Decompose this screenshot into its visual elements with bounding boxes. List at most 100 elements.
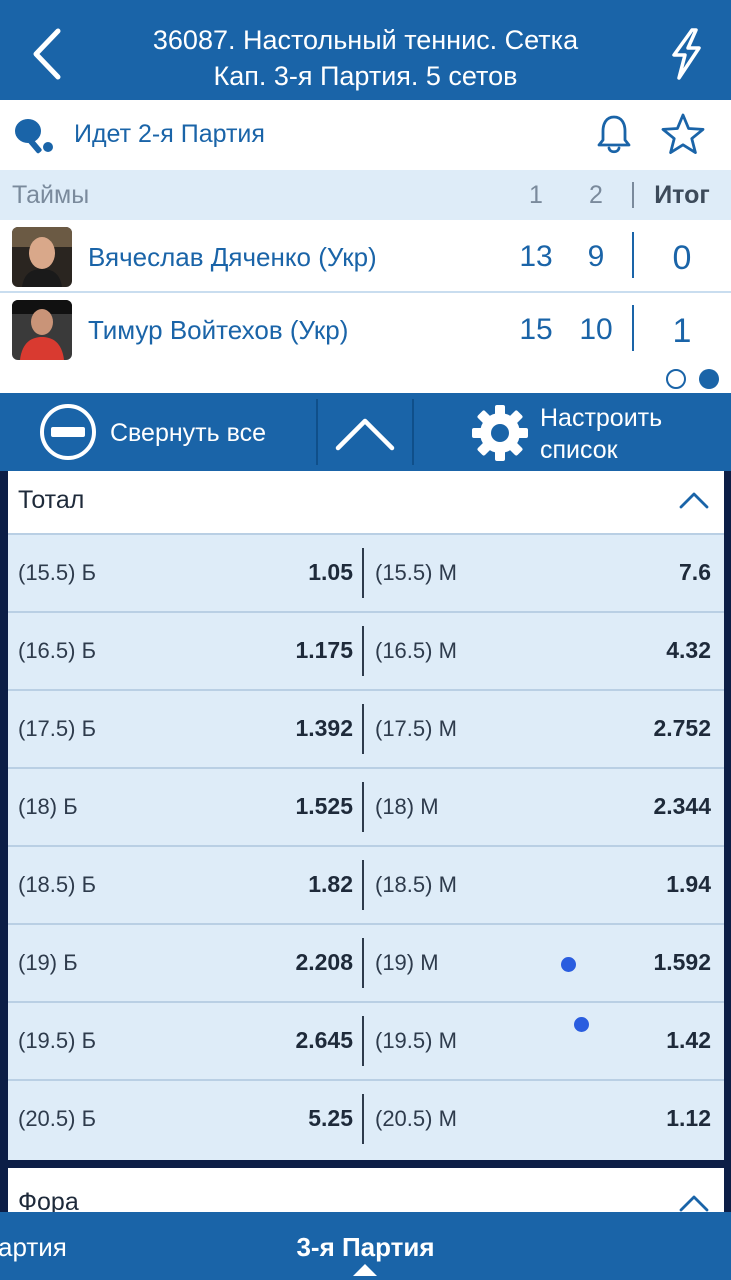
set2-header: 2 [589, 181, 603, 209]
player-name: Тимур Войтехов (Укр) [88, 315, 349, 345]
scroll-up-button[interactable] [318, 393, 412, 471]
under-label[interactable]: (16.5) М [375, 638, 457, 664]
over-label[interactable]: (18) Б [18, 794, 78, 820]
score-table-header: Таймы 1 2 Итог [0, 170, 731, 220]
page-indicator [0, 365, 731, 393]
page-title: 36087. Настольный теннис. Сетка Кап. 3-я… [90, 22, 641, 94]
divider [362, 1094, 364, 1144]
over-label[interactable]: (19.5) Б [18, 1028, 96, 1054]
quick-bet-button[interactable] [661, 24, 711, 84]
star-icon[interactable] [660, 112, 706, 156]
minus-circle-icon [40, 404, 96, 460]
page-title-line1: 36087. Настольный теннис. Сетка [152, 25, 579, 55]
active-tab-indicator [353, 1264, 377, 1276]
page-dot-active[interactable] [699, 369, 719, 389]
over-odds[interactable]: 1.525 [208, 793, 353, 820]
over-odds[interactable]: 1.05 [208, 559, 353, 586]
over-odds[interactable]: 2.208 [208, 949, 353, 976]
chevron-up-icon [335, 418, 395, 451]
odds-row: (17.5) Б 1.392 (17.5) М 2.752 [8, 689, 724, 767]
sets-label: Таймы [12, 181, 90, 209]
under-odds[interactable]: 2.752 [558, 715, 711, 742]
under-label[interactable]: (20.5) М [375, 1106, 457, 1132]
market-handicap[interactable]: Фора [8, 1168, 724, 1218]
set1-score: 15 [519, 313, 553, 346]
chevron-left-icon [33, 28, 61, 80]
total-header: Итог [654, 181, 710, 209]
chevron-up-icon[interactable] [678, 1192, 710, 1214]
under-odds[interactable]: 7.6 [558, 559, 711, 586]
page-dot[interactable] [666, 369, 686, 389]
market-total: Тотал (15.5) Б 1.05 (15.5) М 7.6 (16.5) … [8, 471, 724, 1160]
divider [632, 305, 634, 351]
gear-icon [472, 405, 528, 461]
configure-list-label-line2: список [540, 436, 618, 464]
market-toolbar: Свернуть все Настроить список [0, 393, 731, 471]
over-odds[interactable]: 5.25 [208, 1105, 353, 1132]
divider [632, 182, 634, 208]
over-odds[interactable]: 1.175 [208, 637, 353, 664]
under-label[interactable]: (18.5) М [375, 872, 457, 898]
player-row: Вячеслав Дяченко (Укр) 13 9 0 [0, 220, 731, 293]
player-name: Вячеслав Дяченко (Укр) [88, 242, 377, 272]
avatar [12, 227, 72, 287]
over-label[interactable]: (17.5) Б [18, 716, 96, 742]
collapse-all-label: Свернуть все [110, 419, 266, 447]
divider [362, 704, 364, 754]
over-odds[interactable]: 1.82 [208, 871, 353, 898]
odds-row: (15.5) Б 1.05 (15.5) М 7.6 [8, 533, 724, 611]
divider [362, 782, 364, 832]
divider [362, 548, 364, 598]
market-title: Тотал [18, 486, 85, 514]
tab-current-period[interactable]: 3-я Партия [0, 1232, 731, 1263]
divider [362, 860, 364, 910]
over-odds[interactable]: 2.645 [208, 1027, 353, 1054]
app-header: 36087. Настольный теннис. Сетка Кап. 3-я… [0, 0, 731, 100]
total-score: 1 [672, 312, 692, 350]
collapse-all-button[interactable]: Свернуть все [0, 393, 316, 471]
over-label[interactable]: (19) Б [18, 950, 78, 976]
under-odds[interactable]: 4.32 [558, 637, 711, 664]
odds-row: (18) Б 1.525 (18) М 2.344 [8, 767, 724, 845]
under-odds[interactable]: 1.94 [558, 871, 711, 898]
chevron-up-icon[interactable] [678, 489, 710, 511]
odds-row: (20.5) Б 5.25 (20.5) М 1.12 [8, 1079, 724, 1157]
page-title-line2: Кап. 3-я Партия. 5 сетов [213, 61, 518, 91]
under-odds[interactable]: 1.12 [558, 1105, 711, 1132]
under-label[interactable]: (15.5) М [375, 560, 457, 586]
divider [362, 626, 364, 676]
set1-header: 1 [529, 181, 543, 209]
over-label[interactable]: (20.5) Б [18, 1106, 96, 1132]
player-row: Тимур Войтехов (Укр) 15 10 1 [0, 293, 731, 365]
under-label[interactable]: (17.5) М [375, 716, 457, 742]
configure-list-label: Настроить список [540, 402, 662, 466]
set2-score: 10 [579, 313, 613, 346]
odds-row: (16.5) Б 1.175 (16.5) М 4.32 [8, 611, 724, 689]
divider [362, 938, 364, 988]
over-label[interactable]: (15.5) Б [18, 560, 96, 586]
over-odds[interactable]: 1.392 [208, 715, 353, 742]
market-header[interactable]: Тотал [8, 471, 724, 533]
under-label[interactable]: (19.5) М [375, 1028, 457, 1054]
odds-row: (19.5) Б 2.645 (19.5) М 1.42 [8, 1001, 724, 1079]
divider [632, 232, 634, 278]
set2-score: 9 [587, 240, 605, 273]
under-odds[interactable]: 2.344 [558, 793, 711, 820]
back-button[interactable] [22, 24, 72, 84]
avatar [12, 300, 72, 360]
over-label[interactable]: (16.5) Б [18, 638, 96, 664]
under-label[interactable]: (19) М [375, 950, 439, 976]
lightning-icon [672, 28, 701, 80]
under-odds[interactable]: 1.42 [558, 1027, 711, 1054]
configure-list-button[interactable]: Настроить список [414, 393, 731, 471]
odds-row: (18.5) Б 1.82 (18.5) М 1.94 [8, 845, 724, 923]
under-label[interactable]: (18) М [375, 794, 439, 820]
under-odds[interactable]: 1.592 [558, 949, 711, 976]
set1-score: 13 [519, 240, 553, 273]
match-status-text: Идет 2-я Партия [74, 120, 265, 148]
bell-icon[interactable] [596, 114, 632, 156]
over-label[interactable]: (18.5) Б [18, 872, 96, 898]
divider [362, 1016, 364, 1066]
total-score: 0 [672, 239, 692, 277]
table-tennis-icon [15, 119, 53, 154]
